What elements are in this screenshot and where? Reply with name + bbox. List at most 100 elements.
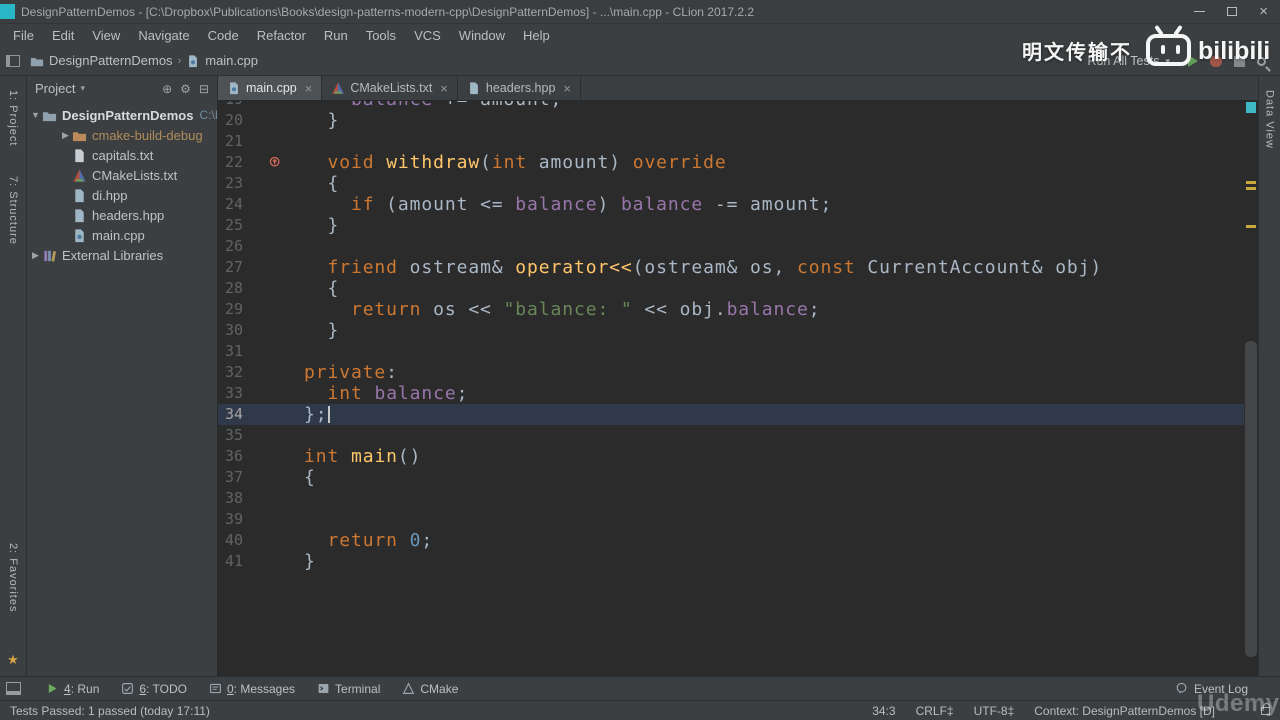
code-line-20[interactable]: 20 } [218, 110, 1244, 131]
tool-window-button-cmake[interactable]: CMake [391, 677, 469, 700]
line-number: 32 [224, 363, 243, 381]
code-line-30[interactable]: 30 } [218, 320, 1244, 341]
lock-icon[interactable] [1261, 702, 1270, 715]
close-button[interactable]: × [1259, 4, 1268, 19]
collapse-all-icon[interactable]: ⊟ [199, 82, 209, 96]
tree-item-headers-hpp[interactable]: headers.hpp [27, 205, 217, 225]
tree-item-designpatterndemos[interactable]: ▼ DesignPatternDemos C:\Dro... [27, 105, 217, 125]
code-line-29[interactable]: 29 return os << "balance: " << obj.balan… [218, 299, 1244, 320]
run-config-dropdown[interactable]: Run All Tests ▾ [1081, 52, 1176, 70]
tool-window-label: Terminal [335, 681, 381, 696]
tool-window-button-dataview[interactable]: Data View [1264, 90, 1276, 149]
code-text: } [304, 110, 340, 131]
menu-code[interactable]: Code [199, 26, 248, 45]
line-number: 37 [224, 468, 243, 486]
close-icon[interactable]: × [563, 81, 571, 96]
encoding-indicator[interactable]: UTF-8‡ [974, 704, 1015, 718]
gutter [243, 551, 304, 572]
breadcrumb-item[interactable]: DesignPatternDemos [28, 53, 175, 68]
tree-expand-arrow[interactable]: ▼ [29, 110, 42, 120]
tool-window-toggle-icon[interactable] [6, 682, 21, 695]
code-line-32[interactable]: 32 private: [218, 362, 1244, 383]
locate-icon[interactable]: ⊕ [162, 82, 172, 96]
code-line-35[interactable]: 35 [218, 425, 1244, 446]
code-line-23[interactable]: 23 { [218, 173, 1244, 194]
code-area[interactable]: 19 balance += amount;20 }2122 void withd… [218, 101, 1258, 676]
right-stripe-top: Data View [1264, 90, 1276, 179]
close-icon[interactable]: × [440, 81, 448, 96]
menu-navigate[interactable]: Navigate [129, 26, 198, 45]
tab-main-cpp[interactable]: main.cpp × [218, 76, 323, 100]
tool-window-icon[interactable] [6, 54, 20, 67]
code-line-25[interactable]: 25 } [218, 215, 1244, 236]
tab-cmakelists-txt[interactable]: CMakeLists.txt × [322, 76, 458, 100]
context-indicator[interactable]: Context: DesignPatternDemos [D] [1034, 704, 1215, 718]
scrollbar-marker [1246, 187, 1256, 190]
scrollbar-thumb[interactable] [1245, 341, 1257, 657]
tree-item-label: DesignPatternDemos [62, 107, 194, 123]
code-line-24[interactable]: 24 if (amount <= balance) balance -= amo… [218, 194, 1244, 215]
minimize-button[interactable] [1194, 11, 1206, 12]
line-separator-indicator[interactable]: CRLF‡ [916, 704, 954, 718]
close-icon[interactable]: × [305, 81, 313, 96]
code-line-38[interactable]: 38 [218, 488, 1244, 509]
code-line-27[interactable]: 27 friend ostream& operator<<(ostream& o… [218, 257, 1244, 278]
tab-headers-hpp[interactable]: headers.hpp × [457, 76, 581, 100]
code-line-28[interactable]: 28 { [218, 278, 1244, 299]
menu-edit[interactable]: Edit [43, 26, 83, 45]
code-line-19[interactable]: 19 balance += amount; [218, 101, 1244, 110]
search-icon[interactable] [1257, 56, 1266, 66]
tree-item-label: cmake-build-debug [92, 127, 203, 143]
run-button[interactable] [1188, 55, 1198, 67]
tool-window-button-terminal[interactable]: Terminal [306, 677, 391, 700]
code-line-41[interactable]: 41} [218, 551, 1244, 572]
menu-file[interactable]: File [4, 26, 43, 45]
tool-window-button-structure[interactable]: 7: Structure [7, 176, 19, 245]
tree-item-external-libraries[interactable]: ▶ External Libraries [27, 245, 217, 265]
project-panel-dropdown[interactable]: Project ▾ [35, 81, 85, 96]
stop-button[interactable] [1234, 55, 1245, 67]
bottom-tool-bar: 4: Run 6: TODO 0: Messages Terminal CMake Ev… [0, 676, 1280, 700]
breadcrumb-item[interactable]: main.cpp [184, 53, 260, 68]
code-line-39[interactable]: 39 [218, 509, 1244, 530]
code-text: friend ostream& operator<<(ostream& os, … [327, 257, 1103, 278]
tree-item-di-hpp[interactable]: di.hpp [27, 185, 217, 205]
menu-window[interactable]: Window [450, 26, 514, 45]
menu-view[interactable]: View [83, 26, 129, 45]
code-line-34[interactable]: 34}; [218, 404, 1244, 425]
menu-help[interactable]: Help [514, 26, 559, 45]
menu-vcs[interactable]: VCS [405, 26, 450, 45]
code-line-36[interactable]: 36 int main() [218, 446, 1244, 467]
tree-expand-arrow[interactable]: ▶ [59, 130, 72, 141]
tool-window-button-favorites[interactable]: 2: Favorites [7, 543, 19, 612]
menu-tools[interactable]: Tools [357, 26, 405, 45]
code-text: void withdraw(int amount) override [327, 152, 727, 173]
maximize-button[interactable] [1227, 7, 1238, 16]
tool-window-button-todo[interactable]: 6: TODO [110, 677, 198, 700]
code-line-21[interactable]: 21 [218, 131, 1244, 152]
tree-item-cmakelists-txt[interactable]: CMakeLists.txt [27, 165, 217, 185]
tool-window-button-project[interactable]: 1: Project [7, 90, 19, 146]
gear-icon[interactable]: ⚙ [180, 82, 191, 96]
menu-refactor[interactable]: Refactor [248, 26, 315, 45]
tree-expand-arrow[interactable]: ▶ [29, 250, 42, 261]
tree-item-capitals-txt[interactable]: capitals.txt [27, 145, 217, 165]
menu-run[interactable]: Run [315, 26, 357, 45]
tool-window-label: CMake [420, 681, 459, 696]
code-line-37[interactable]: 37 { [218, 467, 1244, 488]
tool-window-button-run[interactable]: 4: Run [35, 677, 110, 700]
code-line-26[interactable]: 26 [218, 236, 1244, 257]
tree-item-cmake-build-debug[interactable]: ▶ cmake-build-debug [27, 125, 217, 145]
tool-window-button-messages[interactable]: 0: Messages [198, 677, 306, 700]
caret-position[interactable]: 34:3 [872, 704, 895, 718]
editor-scrollbar[interactable] [1244, 101, 1258, 676]
event-log-button[interactable]: Event Log [1175, 682, 1274, 696]
code-line-22[interactable]: 22 void withdraw(int amount) override [218, 152, 1244, 173]
tree-item-main-cpp[interactable]: main.cpp [27, 225, 217, 245]
code-line-40[interactable]: 40 return 0; [218, 530, 1244, 551]
debug-button[interactable] [1210, 55, 1222, 67]
run-toolbar: Run All Tests ▾ [1081, 46, 1272, 76]
code-line-31[interactable]: 31 [218, 341, 1244, 362]
code-line-33[interactable]: 33 int balance; [218, 383, 1244, 404]
